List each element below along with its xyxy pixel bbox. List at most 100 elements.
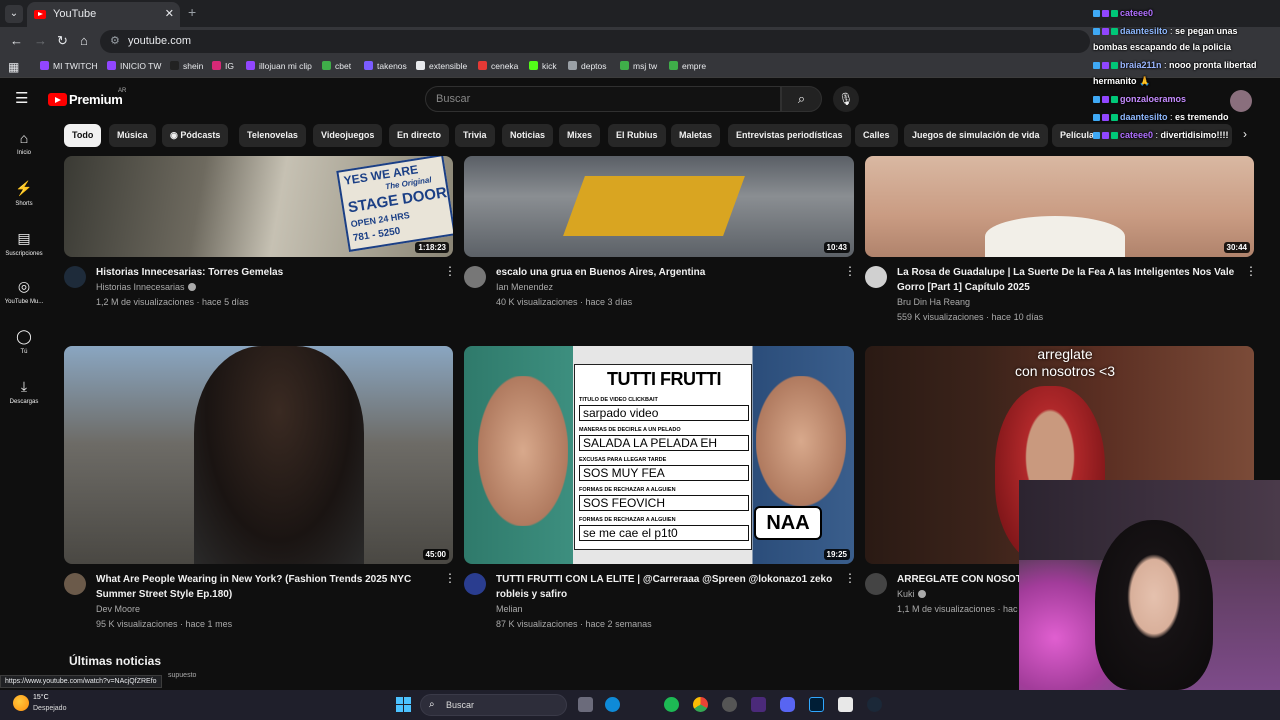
shorts-icon: ⚡ <box>15 180 33 196</box>
browser-tab-youtube[interactable]: YouTube ✕ <box>27 2 180 27</box>
logo-text[interactable]: Premium <box>69 92 123 107</box>
bookmark-item[interactable]: takenos <box>364 61 407 71</box>
chip-8[interactable]: Mixes <box>559 124 601 147</box>
discord-icon[interactable] <box>780 697 795 712</box>
sidebar-item-2[interactable]: ▤ Suscripciones <box>0 230 48 257</box>
steam-icon[interactable] <box>867 697 882 712</box>
video-thumbnail[interactable]: 45:00 <box>64 346 453 564</box>
bookmark-item[interactable]: IG <box>212 61 234 71</box>
more-actions-icon[interactable]: ⋮ <box>1245 264 1257 278</box>
taskbar-search[interactable]: ⌕ Buscar <box>420 694 567 716</box>
chip-12[interactable]: Calles <box>855 124 898 147</box>
capcut-icon[interactable] <box>838 697 853 712</box>
sidebar-item-3[interactable]: ◎ YouTube Mu... <box>0 278 48 305</box>
channel-name[interactable]: Kuki <box>897 589 926 599</box>
sidebar-item-1[interactable]: ⚡ Shorts <box>0 180 48 207</box>
video-title-line: What Are People Wearing in New York? (Fa… <box>96 574 412 585</box>
chip-6[interactable]: Trivia <box>455 124 495 147</box>
chip-0[interactable]: Todo <box>64 124 102 147</box>
channel-name[interactable]: Bru Din Ha Reang <box>897 297 970 307</box>
apps-grid-icon[interactable]: ▦ <box>8 60 19 74</box>
sidebar-item-0[interactable]: ⌂ Inicio <box>0 130 48 156</box>
bookmark-item[interactable]: extensible <box>416 61 467 71</box>
home-browser-icon[interactable]: ⌂ <box>80 33 88 48</box>
video-title[interactable]: La Rosa de Guadalupe | La Suerte De la F… <box>897 265 1234 295</box>
voice-search-button[interactable]: 🎙 <box>833 86 859 112</box>
video-thumbnail[interactable]: 10:43 <box>464 156 854 257</box>
bookmark-item[interactable]: shein <box>170 61 203 71</box>
close-tab-icon[interactable]: ✕ <box>165 7 174 20</box>
category-chips: Todo Música ◉ Pódcasts Telenovelas Videojueg… <box>64 124 1264 148</box>
streamlabs-icon[interactable] <box>751 697 766 712</box>
chip-9[interactable]: El Rubius <box>608 124 666 147</box>
chip-5[interactable]: En directo <box>389 124 450 147</box>
chat-separator: : <box>1153 130 1161 140</box>
channel-avatar[interactable] <box>64 266 86 288</box>
menu-icon[interactable]: ☰ <box>15 89 28 107</box>
sidebar-item-5[interactable]: ⤓ Descargas <box>0 378 48 405</box>
task-view-icon[interactable] <box>578 697 593 712</box>
more-actions-icon[interactable]: ⋮ <box>444 264 456 278</box>
bookmark-item[interactable]: msj tw <box>620 61 657 71</box>
edge-icon[interactable] <box>605 697 620 712</box>
video-title[interactable]: TUTTI FRUTTI CON LA ELITE | @Carreraaa @… <box>496 572 832 602</box>
more-actions-icon[interactable]: ⋮ <box>844 264 856 278</box>
more-actions-icon[interactable]: ⋮ <box>844 571 856 585</box>
bookmark-item[interactable]: kick <box>529 61 557 71</box>
channel-name[interactable]: Dev Moore <box>96 604 140 614</box>
reload-icon[interactable]: ↻ <box>57 33 68 49</box>
forward-icon[interactable]: → <box>34 33 47 48</box>
chip-11[interactable]: Entrevistas periodísticas <box>728 124 851 147</box>
chip-13[interactable]: Juegos de simulación de vida <box>904 124 1048 147</box>
search-button[interactable]: ⌕ <box>781 86 822 112</box>
new-tab-icon[interactable]: + <box>188 4 196 20</box>
channel-avatar[interactable] <box>464 266 486 288</box>
channel-avatar[interactable] <box>64 573 86 595</box>
weather-icon[interactable] <box>13 695 29 711</box>
video-thumbnail[interactable]: 30:44 <box>865 156 1254 257</box>
chip-label: En directo <box>397 130 442 140</box>
photoshop-icon[interactable] <box>809 697 824 712</box>
video-title[interactable]: What Are People Wearing in New York? (Fa… <box>96 572 411 602</box>
bookmark-item[interactable]: illojuan mi clip <box>246 61 312 71</box>
channel-avatar[interactable] <box>464 573 486 595</box>
chrome-icon[interactable] <box>693 697 708 712</box>
search-input[interactable]: Buscar <box>425 86 781 112</box>
video-title[interactable]: escalo una grua en Buenos Aires, Argenti… <box>496 265 705 280</box>
channel-name[interactable]: Melian <box>496 604 523 614</box>
chat-message: daantesilto : se pegan unas <box>1093 24 1238 39</box>
windows-start-icon[interactable] <box>396 697 411 712</box>
omnibox[interactable]: ⚙ youtube.com <box>100 30 1090 53</box>
chip-3[interactable]: Telenovelas <box>239 124 306 147</box>
site-info-icon[interactable]: ⚙ <box>110 34 120 47</box>
tf-label: FORMAS DE RECHAZAR A ALGUIEN <box>579 517 676 523</box>
bookmark-item[interactable]: empre <box>669 61 706 71</box>
bookmark-item[interactable]: ceneka <box>478 61 518 71</box>
tab-search-icon[interactable]: ⌄ <box>5 5 23 23</box>
chip-7[interactable]: Noticias <box>502 124 554 147</box>
chip-10[interactable]: Maletas <box>671 124 721 147</box>
youtube-logo-icon[interactable] <box>48 93 67 106</box>
bookmark-item[interactable]: deptos <box>568 61 607 71</box>
more-actions-icon[interactable]: ⋮ <box>444 571 456 585</box>
channel-name[interactable]: Historias Innecesarias <box>96 282 196 292</box>
spotify-icon[interactable] <box>664 697 679 712</box>
video-title[interactable]: Historias Innecesarias: Torres Gemelas <box>96 265 283 280</box>
video-thumbnail[interactable]: TUTTI FRUTTI TITULO DE VIDEO CLICKBAIT s… <box>464 346 854 564</box>
video-title[interactable]: ARREGLATE CON NOSOTI <box>897 572 1025 587</box>
obs-icon[interactable] <box>722 697 737 712</box>
video-thumbnail[interactable]: YES WE ARE The Original STAGE DOOR OPEN … <box>64 156 453 257</box>
chip-2[interactable]: ◉ Pódcasts <box>162 124 229 147</box>
bookmark-item[interactable]: INICIO TW <box>107 61 161 71</box>
naa-sticker: NAA <box>754 506 822 540</box>
chip-4[interactable]: Videojuegos <box>313 124 383 147</box>
chip-1[interactable]: Música <box>109 124 156 147</box>
bookmark-item[interactable]: cbet <box>322 61 351 71</box>
channel-avatar[interactable] <box>865 266 887 288</box>
channel-name[interactable]: Ian Menendez <box>496 282 553 292</box>
thumbnail-caption: arreglate con nosotros <3 <box>1014 346 1115 379</box>
sidebar-item-4[interactable]: ◯ Tú <box>0 328 48 355</box>
bookmark-item[interactable]: MI TWITCH <box>40 61 98 71</box>
channel-avatar[interactable] <box>865 573 887 595</box>
back-icon[interactable]: ← <box>10 33 23 48</box>
